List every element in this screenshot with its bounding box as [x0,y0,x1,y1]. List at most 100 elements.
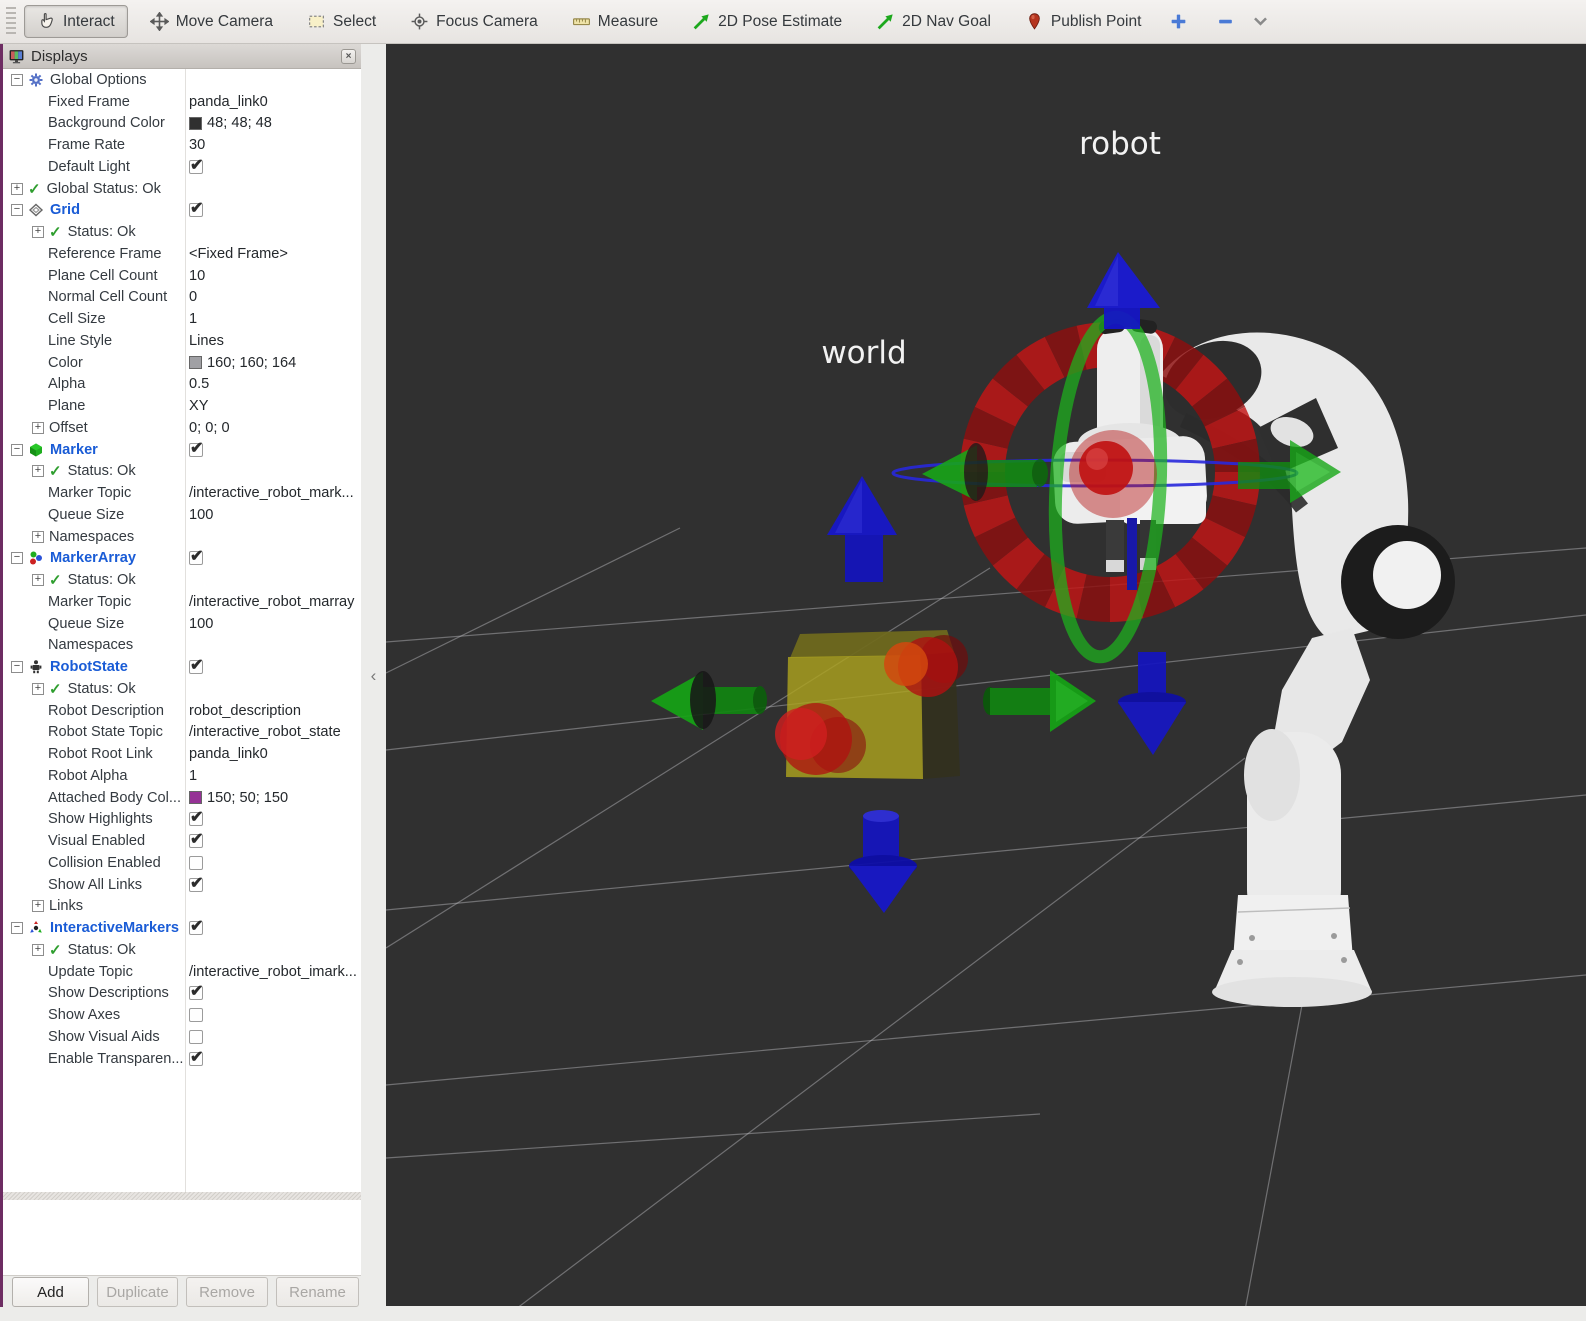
property-row-global-status-ok[interactable]: +✓Global Status: Ok [3,178,361,200]
row-value-cell[interactable]: 1 [189,308,197,330]
property-row-namespaces[interactable]: Namespaces [3,635,361,657]
property-row-cell-size[interactable]: Cell Size1 [3,308,361,330]
property-row-show-all-links[interactable]: Show All Links✔ [3,874,361,896]
expand-expander-icon[interactable]: + [32,531,44,543]
collapse-expander-icon[interactable]: − [11,74,23,86]
value-text[interactable]: 0 [189,289,197,305]
property-row-show-axes[interactable]: Show Axes [3,1004,361,1026]
toolbar-drag-handle[interactable] [6,7,16,37]
expand-expander-icon[interactable]: + [32,944,44,956]
value-text[interactable]: /interactive_robot_mark... [189,485,354,501]
add-button[interactable]: Add [12,1277,89,1307]
row-value-cell[interactable]: 0.5 [189,374,209,396]
row-value-cell[interactable]: 10 [189,265,205,287]
property-row-alpha[interactable]: Alpha0.5 [3,374,361,396]
row-value-cell[interactable]: /interactive_robot_marray [189,591,354,613]
property-row-enable-transparen[interactable]: Enable Transparen...✔ [3,1048,361,1070]
value-text[interactable]: <Fixed Frame> [189,246,288,262]
collapse-expander-icon[interactable]: − [11,204,23,216]
close-icon[interactable]: × [341,49,356,64]
rename-button[interactable]: Rename [276,1277,359,1307]
row-value-cell[interactable]: /interactive_robot_imark... [189,961,357,983]
property-row-reference-frame[interactable]: Reference Frame<Fixed Frame> [3,243,361,265]
value-text[interactable]: robot_description [189,703,301,719]
property-row-attached-body-col[interactable]: Attached Body Col...150; 50; 150 [3,787,361,809]
row-value-cell[interactable]: panda_link0 [189,743,268,765]
property-row-links[interactable]: +Links [3,896,361,918]
value-text[interactable]: 0.5 [189,376,209,392]
value-text[interactable]: panda_link0 [189,746,268,762]
value-text[interactable]: 48; 48; 48 [207,115,272,131]
expand-expander-icon[interactable]: + [32,900,44,912]
property-row-visual-enabled[interactable]: Visual Enabled✔ [3,830,361,852]
displays-panel-header[interactable]: Displays × [3,44,361,69]
checkbox-checked[interactable]: ✔ [189,203,203,217]
property-row-status-ok[interactable]: +✓Status: Ok [3,221,361,243]
display-row-marker[interactable]: −Marker✔ [3,439,361,461]
display-row-grid[interactable]: −Grid✔ [3,200,361,222]
property-row-show-descriptions[interactable]: Show Descriptions✔ [3,983,361,1005]
panel-splitter-handle[interactable] [3,1192,361,1200]
row-value-cell[interactable]: 48; 48; 48 [189,113,272,135]
value-text[interactable]: 1 [189,311,197,327]
remove-button[interactable]: Remove [186,1277,268,1307]
color-swatch[interactable] [189,791,202,804]
checkbox-checked[interactable]: ✔ [189,443,203,457]
property-row-collision-enabled[interactable]: Collision Enabled [3,852,361,874]
expand-expander-icon[interactable]: + [32,465,44,477]
checkbox-checked[interactable]: ✔ [189,921,203,935]
checkbox-checked[interactable]: ✔ [189,660,203,674]
row-value-cell[interactable]: 30 [189,134,205,156]
property-row-frame-rate[interactable]: Frame Rate30 [3,134,361,156]
row-value-cell[interactable]: /interactive_robot_state [189,722,341,744]
value-text[interactable]: 100 [189,507,213,523]
value-text[interactable]: panda_link0 [189,94,268,110]
row-value-cell[interactable]: /interactive_robot_mark... [189,482,354,504]
tool-2d-nav-goal[interactable]: 2D Nav Goal [864,6,1003,37]
property-row-show-visual-aids[interactable]: Show Visual Aids [3,1026,361,1048]
row-value-cell[interactable]: 0 [189,287,197,309]
display-row-markerarray[interactable]: −MarkerArray✔ [3,548,361,570]
value-text[interactable]: /interactive_robot_marray [189,594,354,610]
tool-move-camera[interactable]: Move Camera [138,6,285,37]
tool-select[interactable]: Select [295,6,388,37]
row-value-cell[interactable]: XY [189,395,208,417]
property-row-namespaces[interactable]: +Namespaces [3,526,361,548]
expand-expander-icon[interactable]: + [32,683,44,695]
row-value-cell[interactable]: 0; 0; 0 [189,417,230,439]
property-row-normal-cell-count[interactable]: Normal Cell Count0 [3,287,361,309]
property-row-status-ok[interactable]: +✓Status: Ok [3,678,361,700]
tool-focus-camera[interactable]: Focus Camera [398,6,550,37]
collapse-expander-icon[interactable]: − [11,444,23,456]
checkbox-checked[interactable]: ✔ [189,1052,203,1066]
row-value-cell[interactable]: <Fixed Frame> [189,243,288,265]
property-row-robot-root-link[interactable]: Robot Root Linkpanda_link0 [3,743,361,765]
color-swatch[interactable] [189,356,202,369]
row-value-cell[interactable]: Lines [189,330,224,352]
property-row-background-color[interactable]: Background Color48; 48; 48 [3,113,361,135]
value-text[interactable]: XY [189,398,208,414]
world-arrow-marker[interactable] [827,476,897,582]
property-row-status-ok[interactable]: +✓Status: Ok [3,569,361,591]
checkbox-unchecked[interactable] [189,1030,203,1044]
property-row-global-options[interactable]: −Global Options [3,69,361,91]
property-row-plane-cell-count[interactable]: Plane Cell Count10 [3,265,361,287]
collapse-expander-icon[interactable]: − [11,552,23,564]
value-text[interactable]: 100 [189,616,213,632]
add-tool-button[interactable] [1163,6,1194,37]
value-text[interactable]: 30 [189,137,205,153]
row-value-cell[interactable]: 1 [189,765,197,787]
expand-expander-icon[interactable]: + [11,183,23,195]
property-row-robot-state-topic[interactable]: Robot State Topic/interactive_robot_stat… [3,722,361,744]
checkbox-unchecked[interactable] [189,856,203,870]
color-swatch[interactable] [189,117,202,130]
duplicate-button[interactable]: Duplicate [97,1277,178,1307]
collapse-expander-icon[interactable]: − [11,922,23,934]
value-text[interactable]: Lines [189,333,224,349]
property-row-robot-alpha[interactable]: Robot Alpha1 [3,765,361,787]
gripper-interactive-marker[interactable] [893,252,1341,755]
property-row-plane[interactable]: PlaneXY [3,395,361,417]
property-row-status-ok[interactable]: +✓Status: Ok [3,939,361,961]
value-text[interactable]: 160; 160; 164 [207,355,296,371]
checkbox-checked[interactable]: ✔ [189,551,203,565]
